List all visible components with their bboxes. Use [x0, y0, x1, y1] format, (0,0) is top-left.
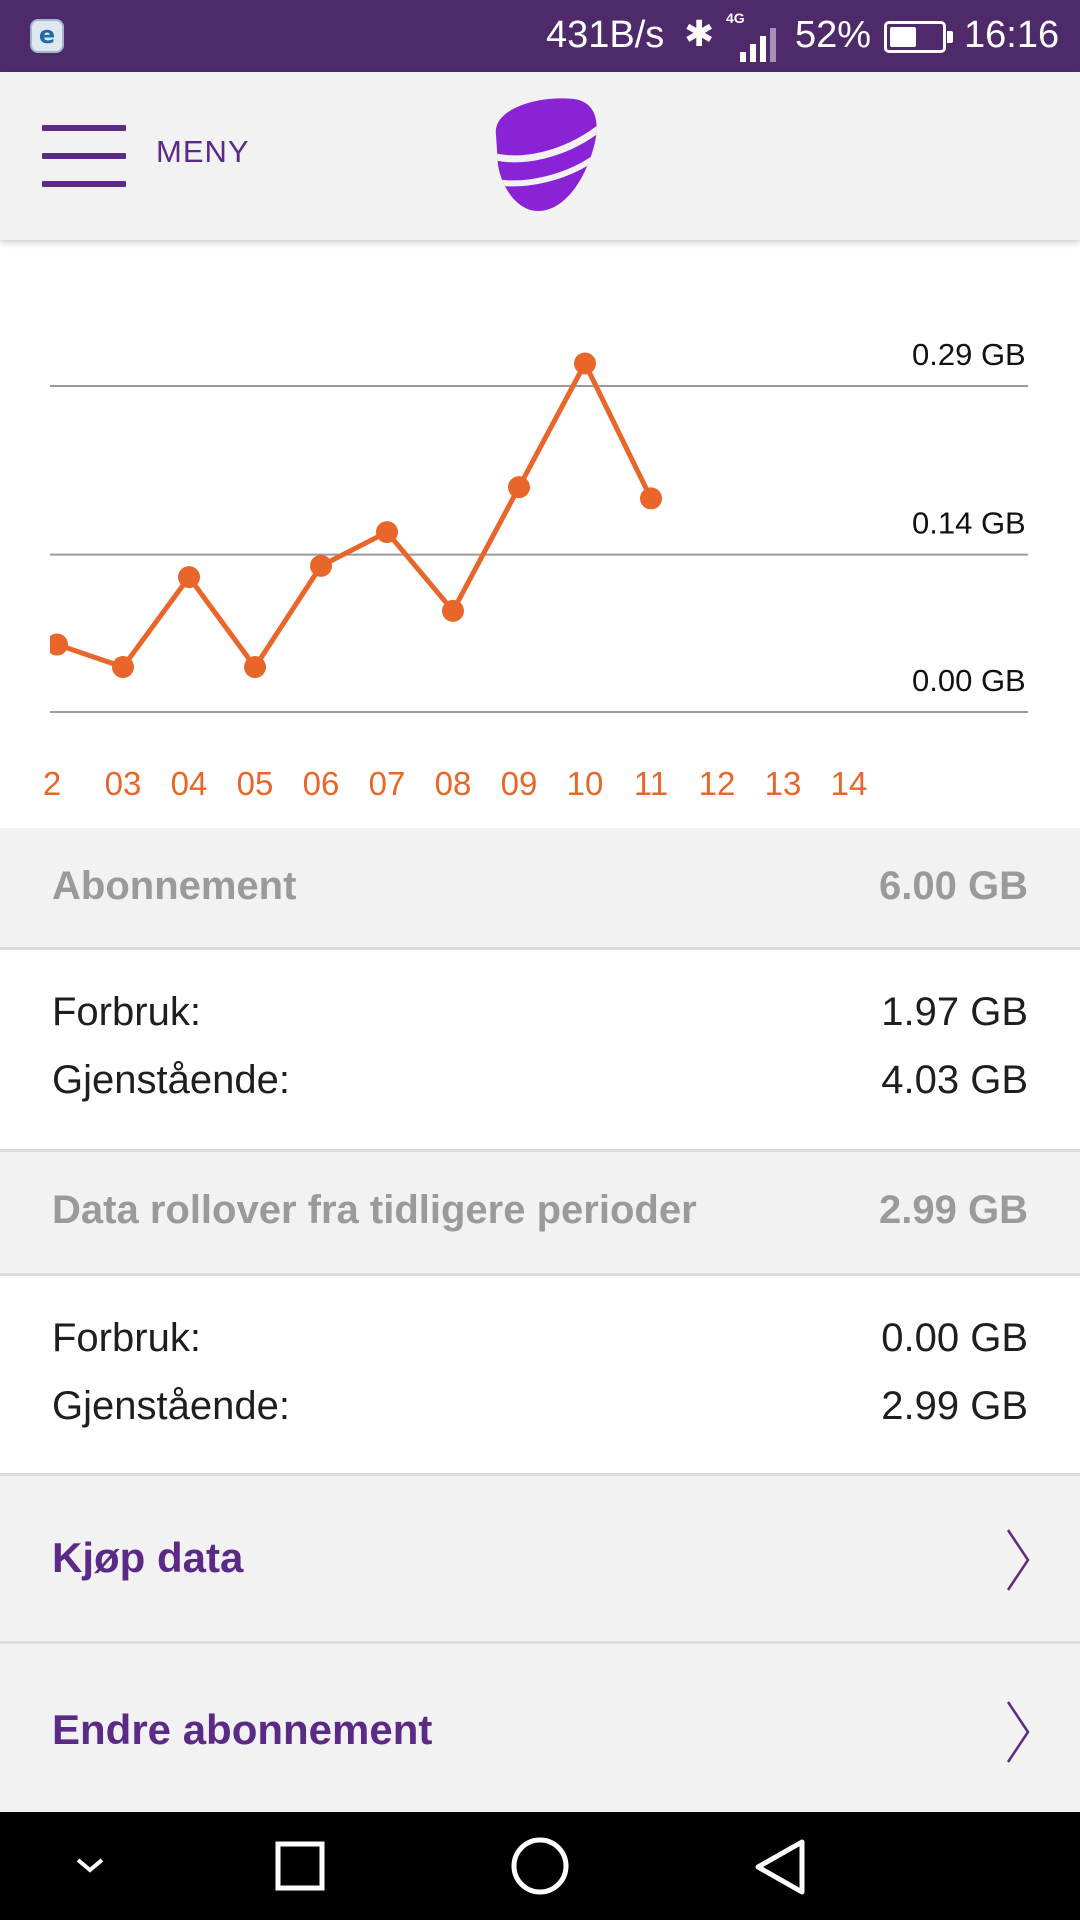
- bluetooth-icon: ✱: [684, 14, 715, 55]
- rollover-remaining-label: Gjenstående:: [52, 1384, 290, 1428]
- data-point: [574, 352, 596, 375]
- back-button[interactable]: [700, 1812, 860, 1920]
- data-point: [178, 566, 200, 589]
- network-speed: 431B/s: [546, 14, 665, 56]
- change-subscription-label: Endre abonnement: [52, 1706, 433, 1753]
- change-subscription-button[interactable]: Endre abonnement: [0, 1644, 1080, 1812]
- subscription-details: Forbruk: 1.97 GB Gjenstående: 4.03 GB: [0, 950, 1080, 1152]
- x-tick-label: 07: [369, 765, 406, 802]
- usage-line-chart: 0.29 GB 0.14 GB 0.00 GB 2 03 04 05 06 07 08 09 10 11…: [0, 240, 1080, 828]
- buy-data-button[interactable]: Kjøp data: [0, 1476, 1080, 1644]
- data-point: [376, 521, 398, 544]
- rollover-used-label: Forbruk:: [52, 1316, 201, 1360]
- y-tick-label: 0.00 GB: [912, 663, 1026, 698]
- subscription-remaining-value: 4.03 GB: [881, 1058, 1028, 1102]
- hamburger-icon: [42, 125, 126, 189]
- back-icon: [755, 1839, 805, 1895]
- home-button[interactable]: [460, 1812, 620, 1920]
- x-tick-label: 12: [699, 765, 736, 802]
- x-tick-label: 14: [831, 765, 868, 802]
- data-point: [508, 476, 530, 499]
- chevron-down-icon: [76, 1858, 104, 1873]
- telia-logo: [495, 98, 597, 211]
- x-tick-label: 03: [105, 765, 142, 802]
- data-point: [640, 487, 662, 510]
- subscription-label: Abonnement: [52, 864, 297, 908]
- clock: 16:16: [964, 14, 1060, 56]
- data-point: [310, 554, 332, 577]
- rollover-used-value: 0.00 GB: [881, 1316, 1028, 1360]
- data-point: [244, 656, 266, 679]
- e-icon: e: [30, 19, 64, 53]
- subscription-used-value: 1.97 GB: [881, 990, 1028, 1034]
- status-bar: e 431B/s ✱ 4G 52% 16:16: [0, 0, 1080, 72]
- navigation-bar: [0, 1812, 1080, 1920]
- x-tick-label: 09: [501, 765, 538, 802]
- series-line: [56, 361, 654, 670]
- battery-level: [890, 27, 916, 47]
- chevron-right-icon: [1006, 1529, 1030, 1591]
- signal-icon: 4G: [726, 10, 782, 62]
- battery-icon: [884, 21, 953, 53]
- x-tick-label: 13: [765, 765, 802, 802]
- hide-keyboard-button[interactable]: [10, 1812, 170, 1920]
- chevron-right-icon: [1006, 1701, 1030, 1763]
- subscription-header: Abonnement 6.00 GB: [0, 828, 1080, 950]
- x-tick-label: 10: [567, 765, 604, 802]
- subscription-used-label: Forbruk:: [52, 990, 201, 1034]
- subscription-total: 6.00 GB: [879, 864, 1028, 908]
- subscription-remaining-label: Gjenstående:: [52, 1058, 290, 1102]
- data-point: [112, 656, 134, 679]
- x-tick-label: 05: [237, 765, 274, 802]
- home-icon: [511, 1837, 569, 1895]
- x-tick-label: 04: [171, 765, 208, 802]
- recent-apps-icon: [275, 1841, 325, 1891]
- x-tick-label: 06: [303, 765, 340, 802]
- y-tick-label: 0.29 GB: [912, 337, 1026, 372]
- rollover-label: Data rollover fra tidligere perioder: [52, 1188, 697, 1232]
- buy-data-label: Kjøp data: [52, 1534, 244, 1581]
- x-tick-label: 08: [435, 765, 472, 802]
- usage-chart: 0.29 GB 0.14 GB 0.00 GB 2 03 04 05 06 07 08 09 10 11…: [0, 240, 1080, 828]
- y-tick-label: 0.14 GB: [912, 506, 1026, 541]
- x-tick-label: 2: [43, 765, 61, 802]
- rollover-header: Data rollover fra tidligere perioder 2.9…: [0, 1152, 1080, 1276]
- data-point: [442, 599, 464, 622]
- x-tick-label: 11: [634, 765, 668, 802]
- battery-percent: 52%: [795, 14, 872, 56]
- menu-label: MENY: [156, 134, 250, 169]
- rollover-remaining-value: 2.99 GB: [881, 1384, 1028, 1428]
- rollover-details: Forbruk: 0.00 GB Gjenstående: 2.99 GB: [0, 1276, 1080, 1476]
- menu-button[interactable]: MENY: [36, 114, 266, 190]
- rollover-total: 2.99 GB: [879, 1188, 1028, 1232]
- recent-apps-button[interactable]: [220, 1812, 380, 1920]
